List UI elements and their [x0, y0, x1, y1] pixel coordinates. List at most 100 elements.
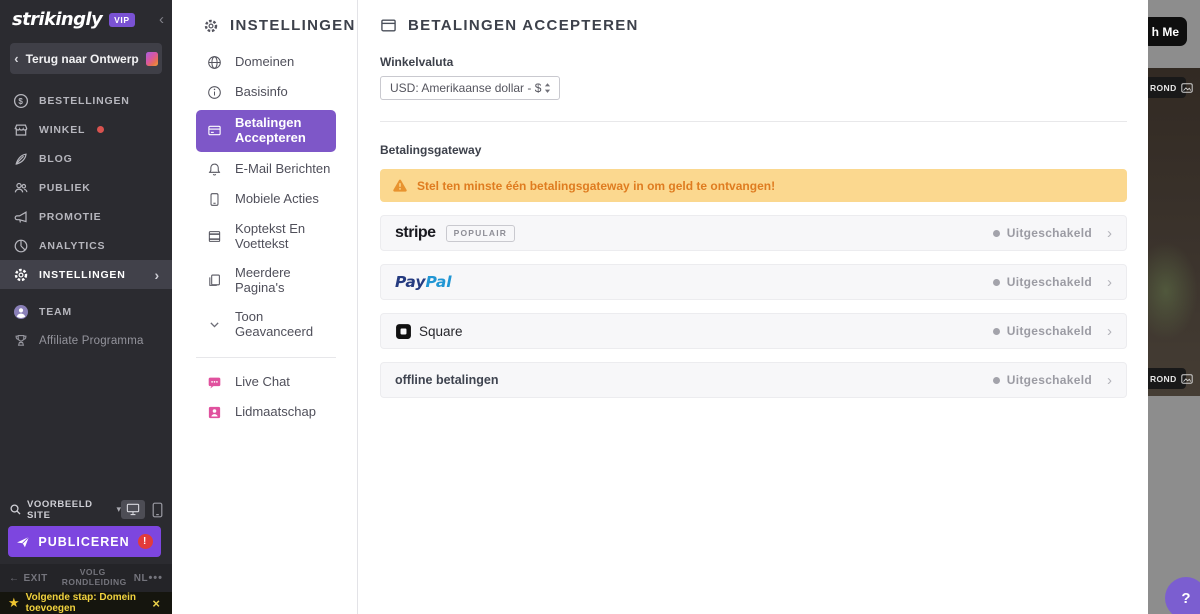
gateway-row-paypal[interactable]: PayPal Uitgeschakeld › — [380, 264, 1127, 300]
status-label: Uitgeschakeld — [1006, 275, 1092, 289]
team-avatar-icon — [12, 303, 29, 320]
page-title: BETALINGEN ACCEPTEREN — [408, 17, 639, 34]
desktop-preview-button[interactable] — [121, 500, 145, 519]
help-button[interactable]: ? — [1165, 577, 1200, 614]
settings-item-label: Meerdere Pagina's — [235, 264, 291, 295]
settings-item-label: Basisinfo — [235, 83, 288, 99]
site-cta-button[interactable]: h Me — [1148, 17, 1187, 46]
dollar-icon: $ — [12, 92, 29, 109]
popular-badge: POPULAIR — [445, 224, 516, 242]
square-logo-icon — [395, 323, 412, 340]
payments-card-icon — [380, 17, 397, 34]
more-options-button[interactable]: ••• — [148, 572, 163, 584]
sidebar-item-label: TEAM — [39, 305, 72, 318]
store-icon — [12, 121, 29, 138]
offline-payments-label: offline betalingen — [395, 373, 499, 387]
background-badge-label: ROND — [1150, 373, 1177, 384]
settings-item-betalingen-accepteren[interactable]: Betalingen Accepteren — [196, 110, 336, 152]
exit-label: EXIT — [23, 572, 48, 584]
gateway-warning-banner: Stel ten minste één betalingsgateway in … — [380, 169, 1127, 202]
sidebar-item-promotie[interactable]: PROMOTIE — [0, 202, 172, 231]
chevron-down-icon — [206, 317, 222, 333]
settings-item-lidmaatschap[interactable]: Lidmaatschap — [172, 398, 357, 428]
page-header: BETALINGEN ACCEPTEREN — [358, 0, 1148, 34]
sidebar-item-bestellingen[interactable]: $ BESTELLINGEN — [0, 86, 172, 115]
settings-item-label: Domeinen — [235, 53, 295, 69]
notification-text[interactable]: Volgende stap: Domein toevoegen — [26, 592, 153, 614]
sidebar-item-affiliate[interactable]: Affiliate Programma — [0, 326, 172, 355]
paper-plane-icon — [16, 535, 30, 549]
megaphone-icon — [12, 208, 29, 225]
sidebar-nav: $ BESTELLINGEN WINKEL BLOG PUBLIEK PROMO… — [0, 86, 172, 355]
close-icon[interactable]: × — [152, 596, 164, 611]
settings-item-domeinen[interactable]: Domeinen — [172, 47, 357, 77]
status-dot-icon — [992, 229, 1000, 237]
settings-item-mobiele-acties[interactable]: Mobiele Acties — [172, 185, 357, 215]
publish-button-label: PUBLICEREN — [38, 534, 130, 549]
strikingly-logo: strikingly — [12, 9, 103, 30]
stripe-logo: stripe — [395, 224, 436, 241]
chevron-right-icon: › — [1107, 371, 1112, 389]
status-label: Uitgeschakeld — [1006, 324, 1092, 338]
settings-submenu: INSTELLINGEN Domeinen Basisinfo Betaling… — [172, 0, 358, 614]
background-edit-badge[interactable]: ROND — [1148, 368, 1193, 389]
pie-chart-icon — [12, 237, 29, 254]
info-icon — [206, 84, 222, 100]
warning-text: Stel ten minste één betalingsgateway in … — [417, 178, 776, 193]
image-icon — [1180, 82, 1193, 93]
status-dot-icon — [992, 327, 1000, 335]
preview-site-label[interactable]: VOORBEELD SITE — [27, 499, 112, 521]
gear-icon — [203, 18, 219, 34]
settings-item-toon-geavanceerd[interactable]: Toon Geavanceerd — [172, 303, 357, 347]
gateway-row-square[interactable]: Square Uitgeschakeld › — [380, 313, 1127, 349]
settings-item-email-berichten[interactable]: E-Mail Berichten — [172, 155, 357, 185]
settings-title: INSTELLINGEN — [230, 17, 356, 34]
back-to-editor-button[interactable]: ‹ Terug naar Ontwerp — [10, 43, 162, 74]
settings-item-label: Lidmaatschap — [235, 404, 316, 420]
settings-item-koptekst-voettekst[interactable]: Koptekst En Voettekst — [172, 215, 357, 259]
publish-button[interactable]: PUBLICEREN ! — [8, 526, 161, 557]
feather-icon — [12, 150, 29, 167]
sidebar-item-label: PROMOTIE — [39, 210, 102, 223]
sidebar-item-label: INSTELLINGEN — [39, 268, 126, 281]
background-edit-badge[interactable]: ROND — [1148, 77, 1193, 98]
publish-alert-icon: ! — [137, 534, 153, 549]
gateway-row-offline[interactable]: offline betalingen Uitgeschakeld › — [380, 362, 1127, 398]
settings-header: INSTELLINGEN — [172, 0, 357, 47]
sidebar-item-blog[interactable]: BLOG — [0, 144, 172, 173]
language-button[interactable]: NL — [134, 573, 148, 584]
gateway-section-label: Betalingsgateway — [380, 143, 482, 157]
sidebar-item-instellingen[interactable]: INSTELLINGEN › — [0, 260, 172, 289]
sidebar-item-publiek[interactable]: PUBLIEK — [0, 173, 172, 202]
currency-select[interactable]: USD: Amerikaanse dollar - $ — [380, 76, 560, 100]
sidebar-item-team[interactable]: TEAM — [0, 297, 172, 326]
gear-icon — [12, 266, 29, 283]
image-icon — [1180, 373, 1193, 384]
select-stepper-icon — [542, 81, 553, 95]
square-logo: Square — [395, 323, 463, 340]
status-label: Uitgeschakeld — [1006, 226, 1092, 240]
collapse-sidebar-icon[interactable]: ‹ — [159, 12, 164, 27]
settings-item-live-chat[interactable]: Live Chat — [172, 368, 357, 398]
currency-selected-value: USD: Amerikaanse dollar - $ — [390, 81, 542, 95]
settings-item-basisinfo[interactable]: Basisinfo — [172, 77, 357, 107]
next-step-notification: ★ Volgende stap: Domein toevoegen × — [0, 592, 172, 614]
sidebar-item-winkel[interactable]: WINKEL — [0, 115, 172, 144]
gateway-row-stripe[interactable]: stripe POPULAIR Uitgeschakeld › — [380, 215, 1127, 251]
chat-icon — [206, 375, 222, 391]
mobile-icon — [206, 192, 222, 208]
tour-button[interactable]: VOLG RONDLEIDING — [62, 567, 127, 588]
exit-button[interactable]: ← EXIT — [9, 573, 48, 584]
app-window: strikingly VIP ‹ ‹ Terug naar Ontwerp $ … — [0, 0, 1200, 614]
star-icon: ★ — [8, 595, 20, 610]
back-button-label: Terug naar Ontwerp — [25, 51, 139, 66]
settings-item-label: Live Chat — [235, 374, 290, 390]
chevron-right-icon: › — [1107, 224, 1112, 242]
vip-badge: VIP — [109, 12, 135, 27]
sidebar-item-analytics[interactable]: ANALYTICS — [0, 231, 172, 260]
globe-icon — [206, 54, 222, 70]
device-toggle-group — [121, 500, 163, 519]
mobile-preview-button[interactable] — [152, 502, 163, 518]
chevron-right-icon: › — [1107, 322, 1112, 340]
settings-item-meerdere-paginas[interactable]: Meerdere Pagina's — [172, 259, 357, 303]
